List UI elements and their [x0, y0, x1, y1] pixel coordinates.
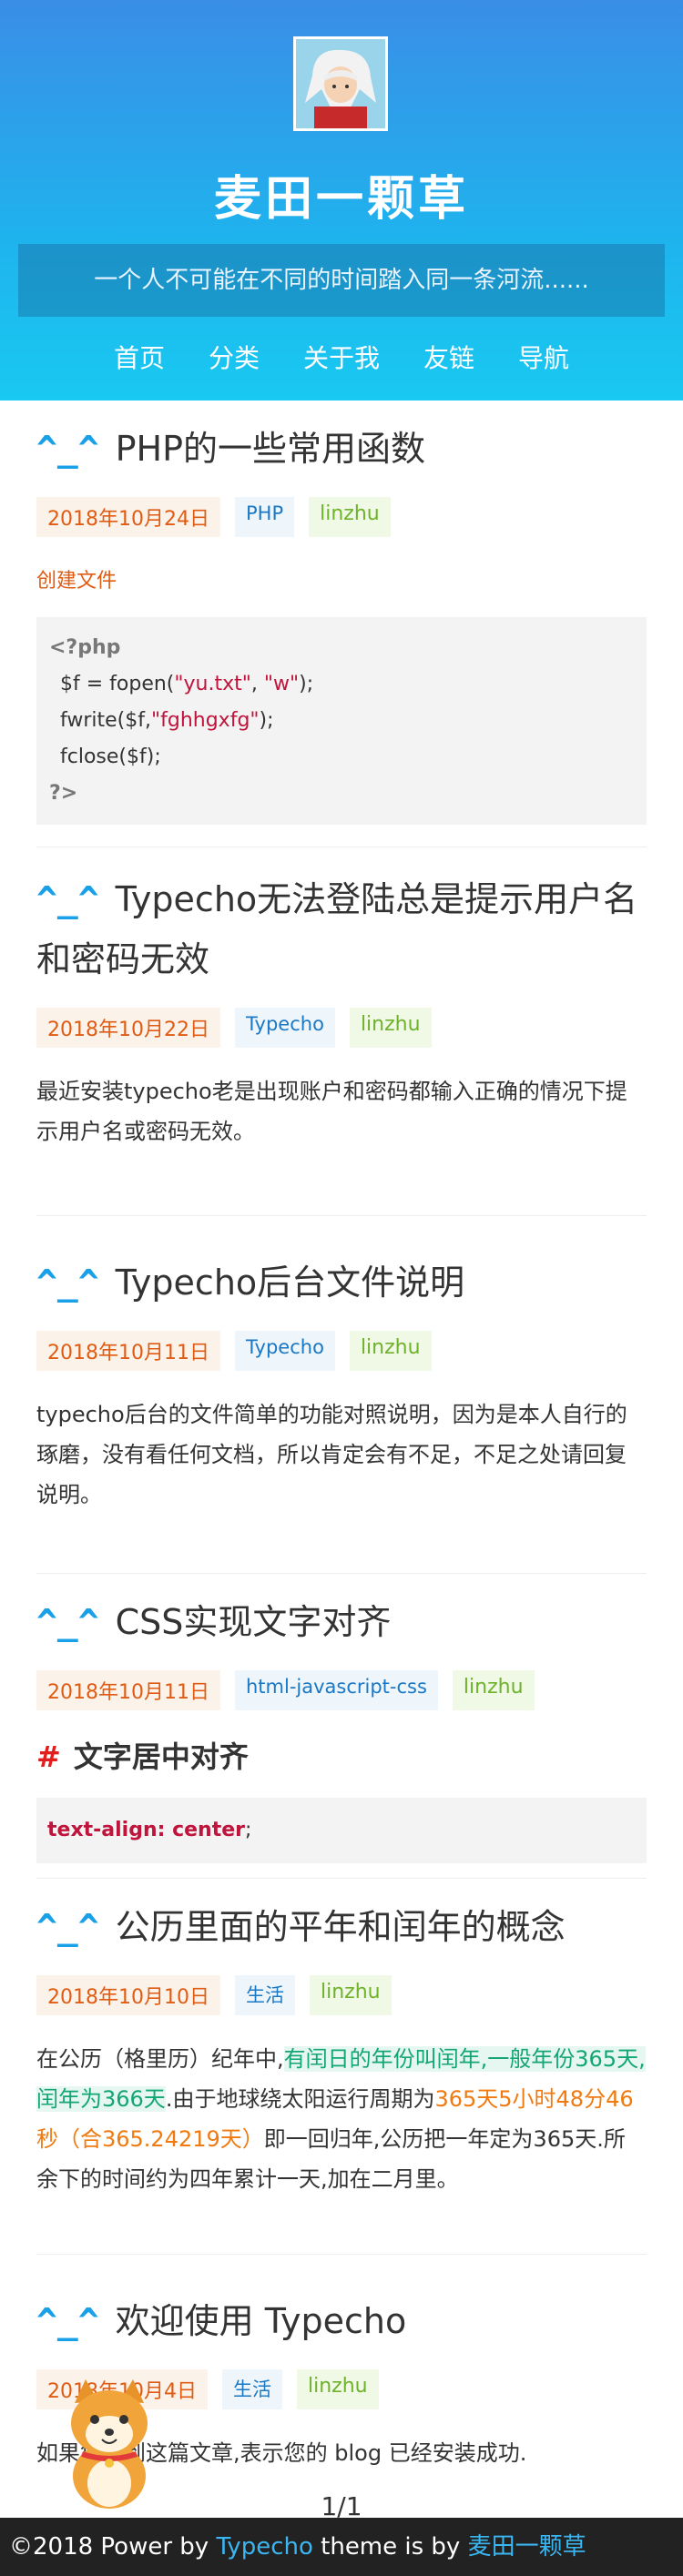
post-category[interactable]: 生活 [234, 1975, 295, 2015]
post-author[interactable]: linzhu [296, 2369, 379, 2409]
post-title-text[interactable]: CSS实现文字对齐 [116, 1602, 392, 1642]
site-motto: 一个人不可能在不同的时间踏入同一条河流...... [18, 244, 665, 317]
post-author[interactable]: linzhu [349, 1331, 432, 1371]
code-close-tag: ?> [49, 782, 78, 805]
code-string: "w" [263, 673, 300, 695]
post-date: 2018年10月24日 [36, 497, 220, 537]
caret-icon: ^_^ [36, 1263, 99, 1303]
post-author[interactable]: linzhu [349, 1008, 432, 1048]
post-excerpt: 最近安装typecho老是出现账户和密码都输入正确的情况下提示用户名或密码无效。 [36, 1079, 627, 1144]
site-footer: ©2018 Power by Typecho theme is by 麦田一颗草 [0, 2518, 683, 2576]
post-item: ^_^ 公历里面的平年和闰年的概念 2018年10月10日 生活 linzhu 在… [36, 1879, 647, 2255]
post-title-text[interactable]: Typecho无法登陆总是提示用户名和密码无效 [36, 879, 637, 979]
post-list: ^_^ PHP的一些常用函数 2018年10月24日 PHP linzhu 创建文… [0, 401, 683, 2521]
code-string: "fghhgxfg" [151, 709, 260, 732]
footer-text: ©2018 Power by [9, 2533, 217, 2561]
code-text: fclose($f); [60, 745, 161, 768]
code-string: "yu.txt" [174, 673, 251, 695]
post-meta: 2018年10月11日 Typecho linzhu [36, 1331, 647, 1371]
nav-item-home[interactable]: 首页 [92, 339, 187, 375]
code-text: $f = fopen( [60, 673, 175, 695]
shiba-mascot-icon[interactable] [55, 2376, 164, 2512]
code-text: ); [259, 709, 274, 732]
nav-item-about[interactable]: 关于我 [281, 339, 402, 375]
post-excerpt: 在公历（格里历）纪年中,有闰日的年份叫闰年,一般年份365天,闰年为366天.由… [36, 2039, 647, 2199]
caret-icon: ^_^ [36, 429, 99, 469]
excerpt-text: .由于地球绕太阳运行周期为 [165, 2086, 435, 2112]
nav-item-categories[interactable]: 分类 [187, 339, 281, 375]
footer-author-link[interactable]: 麦田一颗草 [468, 2533, 586, 2561]
post-item: ^_^ Typecho后台文件说明 2018年10月11日 Typecho lin… [36, 1216, 647, 1574]
post-category[interactable]: Typecho [234, 1008, 335, 1048]
post-author[interactable]: linzhu [309, 497, 391, 537]
post-meta: 2018年10月22日 Typecho linzhu [36, 1008, 647, 1048]
code-block: text-align: center; [36, 1798, 647, 1863]
post-meta: 2018年10月10日 生活 linzhu [36, 1975, 647, 2015]
footer-text: theme is by [312, 2533, 468, 2561]
post-item: ^_^ Typecho无法登陆总是提示用户名和密码无效 2018年10月22日 T… [36, 847, 647, 1216]
post-author[interactable]: linzhu [309, 1975, 392, 2015]
post-title[interactable]: ^_^ CSS实现文字对齐 [36, 1592, 647, 1652]
post-excerpt: typecho后台的文件简单的功能对照说明，因为是本人自行的琢磨，没有看任何文档… [36, 1402, 627, 1507]
post-title[interactable]: ^_^ 欢迎使用 Typecho [36, 2291, 647, 2351]
footer-typecho-link[interactable]: Typecho [216, 2533, 312, 2561]
excerpt-text: 在公历（格里历）纪年中, [36, 2046, 284, 2072]
post-title-text[interactable]: 公历里面的平年和闰年的概念 [116, 1907, 566, 1947]
post-subheading: 创建文件 [36, 570, 117, 593]
post-category[interactable]: html-javascript-css [234, 1670, 438, 1710]
post-date: 2018年10月22日 [36, 1008, 220, 1048]
post-title[interactable]: ^_^ Typecho无法登陆总是提示用户名和密码无效 [36, 869, 647, 989]
post-category[interactable]: 生活 [221, 2369, 282, 2409]
post-title[interactable]: ^_^ 公历里面的平年和闰年的概念 [36, 1897, 647, 1957]
post-title[interactable]: ^_^ Typecho后台文件说明 [36, 1253, 647, 1313]
code-open-tag: <?php [49, 636, 121, 659]
post-heading-text: 文字居中对齐 [73, 1739, 249, 1774]
post-title-text[interactable]: 欢迎使用 Typecho [116, 2301, 407, 2341]
caret-icon: ^_^ [36, 2301, 99, 2341]
code-text: fwrite($f, [60, 709, 151, 732]
caret-icon: ^_^ [36, 1602, 99, 1642]
code-text: , [250, 673, 264, 695]
post-category[interactable]: PHP [234, 497, 295, 537]
code-text: ); [299, 673, 314, 695]
avatar[interactable] [293, 36, 388, 131]
hash-icon: # [36, 1739, 61, 1774]
post-meta: 2018年10月11日 html-javascript-css linzhu [36, 1670, 647, 1710]
code-block: <?php $f = fopen("yu.txt", "w"); fwrite(… [36, 617, 647, 825]
site-header: 麦田一颗草 一个人不可能在不同的时间踏入同一条河流...... 首页 分类 关于… [0, 0, 683, 401]
post-author[interactable]: linzhu [452, 1670, 535, 1710]
post-heading: # 文字居中对齐 [36, 1734, 647, 1776]
post-item: ^_^ PHP的一些常用函数 2018年10月24日 PHP linzhu 创建文… [36, 401, 647, 847]
code-text: ; [244, 1819, 252, 1841]
post-meta: 2018年10月24日 PHP linzhu [36, 497, 647, 537]
post-date: 2018年10月11日 [36, 1670, 220, 1710]
post-item: ^_^ CSS实现文字对齐 2018年10月11日 html-javascript… [36, 1574, 647, 1879]
caret-icon: ^_^ [36, 1907, 99, 1947]
post-date: 2018年10月11日 [36, 1331, 220, 1371]
post-title-text[interactable]: Typecho后台文件说明 [116, 1263, 465, 1303]
post-title-text[interactable]: PHP的一些常用函数 [116, 429, 425, 469]
main-nav: 首页 分类 关于我 友链 导航 [0, 339, 683, 375]
post-date: 2018年10月10日 [36, 1975, 220, 2015]
caret-icon: ^_^ [36, 879, 99, 919]
code-property: text-align: center [47, 1819, 245, 1841]
nav-item-links[interactable]: 友链 [402, 339, 496, 375]
site-title[interactable]: 麦田一颗草 [0, 160, 683, 228]
post-category[interactable]: Typecho [234, 1331, 335, 1371]
post-title[interactable]: ^_^ PHP的一些常用函数 [36, 419, 647, 479]
nav-item-navigation[interactable]: 导航 [496, 339, 591, 375]
